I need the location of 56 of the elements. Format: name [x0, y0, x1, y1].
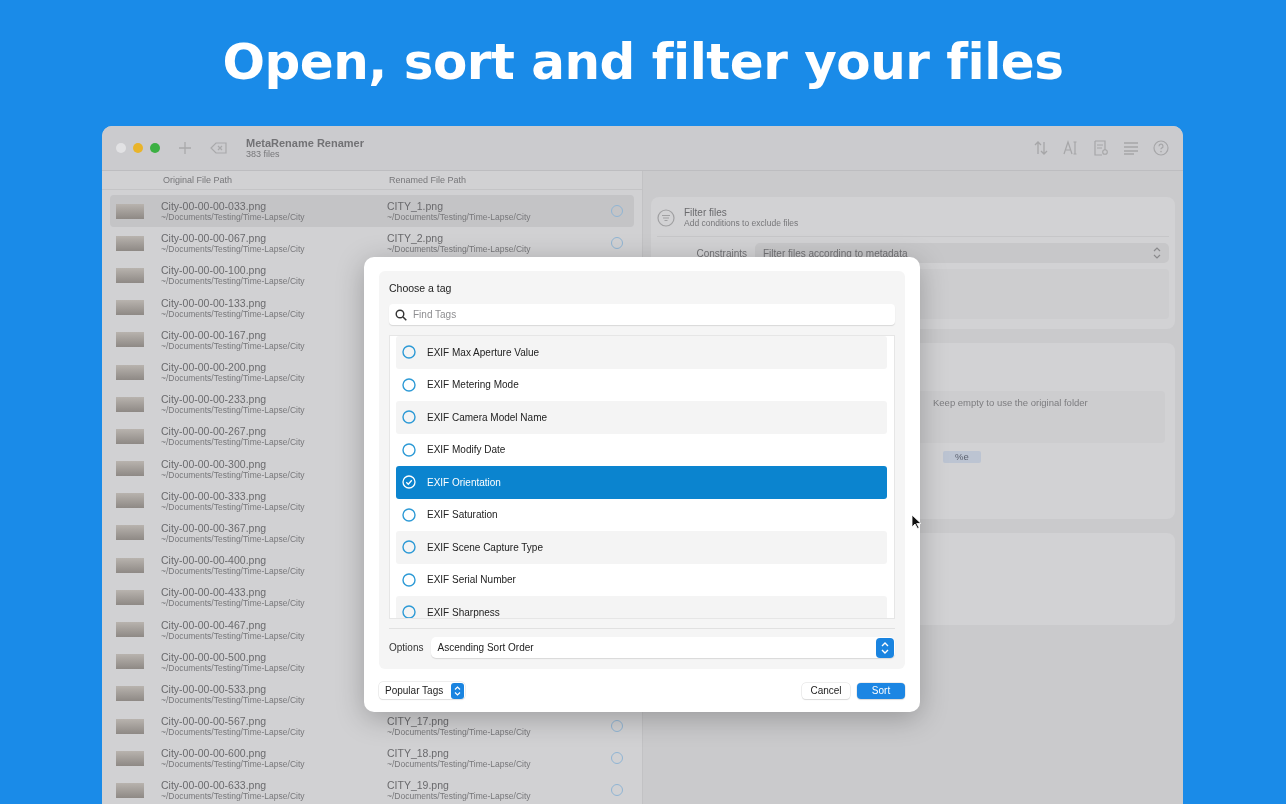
file-path: ~/Documents/Testing/Time-Lapse/City	[161, 533, 306, 544]
file-path: ~/Documents/Testing/Time-Lapse/City	[161, 340, 306, 351]
file-path: ~/Documents/Testing/Time-Lapse/City	[161, 276, 306, 287]
file-path: ~/Documents/Testing/Time-Lapse/City	[161, 501, 306, 512]
file-path: ~/Documents/Testing/Time-Lapse/City	[161, 244, 306, 255]
renamed-file-path: ~/Documents/Testing/Time-Lapse/City	[387, 727, 532, 738]
file-name: City-00-00-00-067.png	[161, 232, 267, 245]
file-name: City-00-00-00-033.png	[161, 200, 267, 213]
renamed-file-path: ~/Documents/Testing/Time-Lapse/City	[387, 759, 532, 770]
file-path: ~/Documents/Testing/Time-Lapse/City	[161, 405, 306, 416]
renamed-file-name: CITY_1.png	[387, 200, 444, 213]
file-path: ~/Documents/Testing/Time-Lapse/City	[161, 566, 306, 577]
renamed-file-name: CITY_19.png	[387, 779, 449, 792]
file-path: ~/Documents/Testing/Time-Lapse/City	[161, 759, 306, 770]
file-name: City-00-00-00-567.png	[161, 715, 267, 728]
file-path: ~/Documents/Testing/Time-Lapse/City	[161, 212, 306, 223]
file-path: ~/Documents/Testing/Time-Lapse/City	[161, 630, 306, 641]
file-name: City-00-00-00-300.png	[161, 457, 268, 470]
renamed-file-name: CITY_17.png	[387, 715, 449, 728]
renamed-file-path: ~/Documents/Testing/Time-Lapse/City	[387, 212, 532, 223]
window-title: MetaRename Renamer	[246, 137, 364, 149]
renamed-file-path: ~/Documents/Testing/Time-Lapse/City	[387, 791, 532, 802]
file-name: City-00-00-00-133.png	[161, 296, 268, 309]
file-name: City-00-00-00-267.png	[161, 425, 267, 438]
renamed-file-path: ~/Documents/Testing/Time-Lapse/City	[387, 244, 532, 255]
file-path: ~/Documents/Testing/Time-Lapse/City	[161, 373, 306, 384]
file-name: City-00-00-00-233.png	[161, 393, 267, 406]
card-subtitle: Add conditions to exclude files	[684, 218, 799, 228]
file-path: ~/Documents/Testing/Time-Lapse/City	[161, 308, 306, 319]
dialog-heading: Choose a tag	[389, 282, 453, 294]
file-path: ~/Documents/Testing/Time-Lapse/City	[161, 791, 306, 802]
renamed-file-name: CITY_2.png	[387, 232, 444, 245]
file-name: City-00-00-00-333.png	[161, 489, 268, 502]
file-name: City-00-00-00-200.png	[161, 361, 267, 374]
file-path: ~/Documents/Testing/Time-Lapse/City	[161, 727, 306, 738]
file-path: ~/Documents/Testing/Time-Lapse/City	[161, 598, 306, 609]
file-name: City-00-00-00-467.png	[161, 618, 268, 631]
card-title: Filter files	[684, 207, 728, 218]
file-name: City-00-00-00-433.png	[161, 586, 267, 599]
headline: Open, sort and filter your files	[221, 32, 1065, 93]
file-name: City-00-00-00-367.png	[161, 521, 267, 534]
renamed-file-name: CITY_18.png	[387, 747, 449, 760]
field-label: Constraints	[695, 247, 747, 259]
file-name: City-00-00-00-600.png	[161, 747, 267, 760]
file-name: City-00-00-00-100.png	[161, 264, 267, 277]
file-name: City-00-00-00-633.png	[161, 779, 267, 792]
options-label: Options	[389, 642, 424, 653]
file-name: City-00-00-00-533.png	[161, 682, 267, 695]
file-path: ~/Documents/Testing/Time-Lapse/City	[161, 437, 306, 448]
file-name: City-00-00-00-167.png	[161, 328, 268, 341]
file-name: City-00-00-00-400.png	[161, 554, 267, 567]
file-name: City-00-00-00-500.png	[161, 650, 268, 663]
file-path: ~/Documents/Testing/Time-Lapse/City	[161, 469, 306, 480]
file-path: ~/Documents/Testing/Time-Lapse/City	[161, 694, 306, 705]
file-path: ~/Documents/Testing/Time-Lapse/City	[161, 662, 306, 673]
file-count: 383 files	[246, 149, 281, 159]
